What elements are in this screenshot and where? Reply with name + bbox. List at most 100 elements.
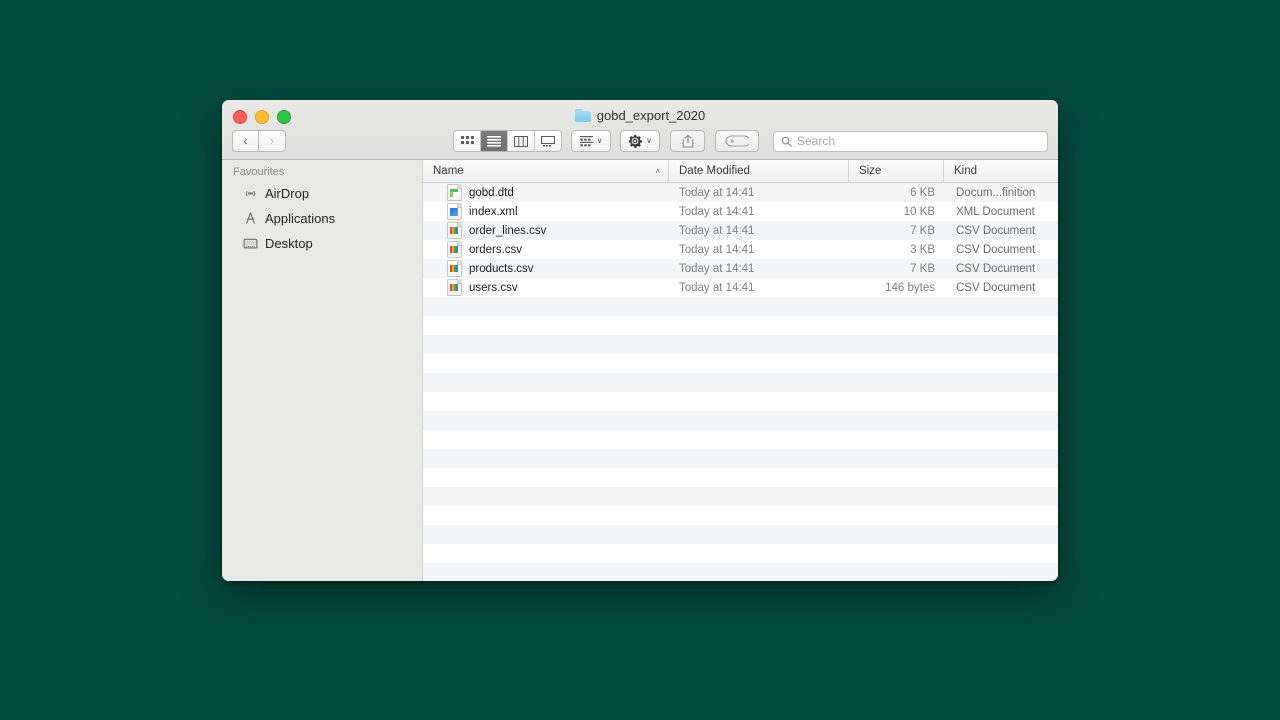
sidebar-item-applications[interactable]: Applications	[222, 206, 422, 231]
sidebar-item-label: Desktop	[265, 236, 313, 251]
cell-date-modified: Today at 14:41	[669, 259, 849, 278]
empty-row	[423, 506, 1058, 525]
cell-kind: CSV Document	[944, 259, 1058, 278]
column-header-label: Size	[859, 165, 881, 177]
sidebar-item-label: AirDrop	[265, 186, 309, 201]
column-view-button[interactable]	[508, 131, 535, 151]
list-view-button[interactable]	[481, 131, 508, 151]
cell-kind: XML Document	[944, 202, 1058, 221]
back-button[interactable]: ‹	[232, 130, 259, 152]
desktop-icon	[242, 236, 258, 252]
file-rows: gobd.dtdToday at 14:416 KBDocum...finiti…	[423, 183, 1058, 581]
window-body: Favourites AirDrop	[222, 160, 1058, 581]
sidebar-item-desktop[interactable]: Desktop	[222, 231, 422, 256]
gallery-view-button[interactable]	[535, 131, 561, 151]
sort-ascending-icon: ˄	[655, 167, 660, 176]
tag-icon	[725, 135, 749, 147]
sidebar-item-airdrop[interactable]: AirDrop	[222, 181, 422, 206]
cell-date-modified: Today at 14:41	[669, 202, 849, 221]
arrange-by-button[interactable]: ∨	[571, 130, 611, 152]
cell-date-modified: Today at 14:41	[669, 221, 849, 240]
cell-kind: CSV Document	[944, 240, 1058, 259]
sidebar: Favourites AirDrop	[222, 160, 423, 581]
empty-row	[423, 563, 1058, 581]
window-titlebar[interactable]: gobd_export_2020 ‹ ›	[222, 100, 1058, 160]
share-icon	[682, 134, 694, 148]
icon-grid-icon	[461, 136, 474, 147]
cell-size: 7 KB	[849, 221, 944, 240]
finder-window: gobd_export_2020 ‹ ›	[222, 100, 1058, 581]
chevron-down-icon: ∨	[646, 137, 652, 145]
window-title-text: gobd_export_2020	[597, 108, 705, 123]
empty-row	[423, 411, 1058, 430]
cell-name: index.xml	[423, 202, 669, 221]
icon-view-button[interactable]	[454, 131, 481, 151]
airdrop-icon	[242, 186, 258, 202]
cell-kind: Docum...finition	[944, 183, 1058, 202]
file-list: Name ˄ Date Modified Size Kind gobd.dtdT…	[423, 160, 1058, 581]
empty-row	[423, 449, 1058, 468]
table-row[interactable]: index.xmlToday at 14:4110 KBXML Document	[423, 202, 1058, 221]
cell-name: orders.csv	[423, 240, 669, 259]
file-name: index.xml	[469, 206, 518, 218]
column-header-kind[interactable]: Kind	[944, 160, 1058, 182]
empty-row	[423, 373, 1058, 392]
chevron-right-icon: ›	[270, 134, 274, 148]
empty-row	[423, 316, 1058, 335]
action-menu-button[interactable]: ∨	[620, 130, 660, 152]
file-name: orders.csv	[469, 244, 522, 256]
chevron-down-icon: ∨	[597, 137, 603, 145]
columns-icon	[514, 136, 528, 147]
empty-row	[423, 525, 1058, 544]
file-name: order_lines.csv	[469, 225, 546, 237]
empty-row	[423, 487, 1058, 506]
cell-date-modified: Today at 14:41	[669, 278, 849, 297]
list-lines-icon	[487, 136, 501, 147]
cell-name: products.csv	[423, 259, 669, 278]
table-row[interactable]: gobd.dtdToday at 14:416 KBDocum...finiti…	[423, 183, 1058, 202]
forward-button[interactable]: ›	[259, 130, 286, 152]
empty-row	[423, 297, 1058, 316]
csv-file-icon	[447, 260, 462, 277]
cell-name: order_lines.csv	[423, 221, 669, 240]
table-row[interactable]: order_lines.csv Today at 14:417 KBCSV Doc…	[423, 221, 1058, 240]
cell-date-modified: Today at 14:41	[669, 183, 849, 202]
csv-file-icon	[447, 222, 462, 239]
applications-icon	[242, 211, 258, 227]
group-by-icon	[580, 136, 593, 147]
chevron-left-icon: ‹	[244, 134, 248, 148]
table-row[interactable]: orders.csvToday at 14:413 KBCSV Document	[423, 240, 1058, 259]
tag-button[interactable]	[715, 130, 759, 152]
column-header-label: Date Modified	[679, 165, 750, 177]
empty-row	[423, 354, 1058, 373]
toolbar: ‹ ›	[222, 127, 1058, 155]
empty-row	[423, 430, 1058, 449]
share-button[interactable]	[670, 130, 705, 152]
cell-name: users.csv	[423, 278, 669, 297]
dtd-file-icon	[447, 184, 462, 201]
search-icon	[781, 136, 792, 147]
cell-size: 146 bytes	[849, 278, 944, 297]
navigation-buttons: ‹ ›	[232, 130, 286, 152]
column-header-label: Kind	[954, 165, 977, 177]
table-row[interactable]: users.csvToday at 14:41146 bytesCSV Docu…	[423, 278, 1058, 297]
view-mode-segmented-control	[453, 130, 562, 152]
cell-kind: CSV Document	[944, 278, 1058, 297]
csv-file-icon	[447, 279, 462, 296]
empty-row	[423, 392, 1058, 411]
column-header-size[interactable]: Size	[849, 160, 944, 182]
column-header-date-modified[interactable]: Date Modified	[669, 160, 849, 182]
column-header-name[interactable]: Name ˄	[423, 160, 669, 182]
gear-icon	[628, 134, 642, 148]
empty-row	[423, 468, 1058, 487]
xml-file-icon	[447, 203, 462, 220]
column-header-label: Name	[433, 165, 464, 177]
file-name: products.csv	[469, 263, 534, 275]
gallery-icon	[541, 136, 555, 147]
search-input[interactable]: Search	[773, 131, 1048, 152]
cell-kind: CSV Document	[944, 221, 1058, 240]
table-row[interactable]: products.csvToday at 14:417 KBCSV Docume…	[423, 259, 1058, 278]
empty-row	[423, 335, 1058, 354]
csv-file-icon	[447, 241, 462, 258]
cell-name: gobd.dtd	[423, 183, 669, 202]
